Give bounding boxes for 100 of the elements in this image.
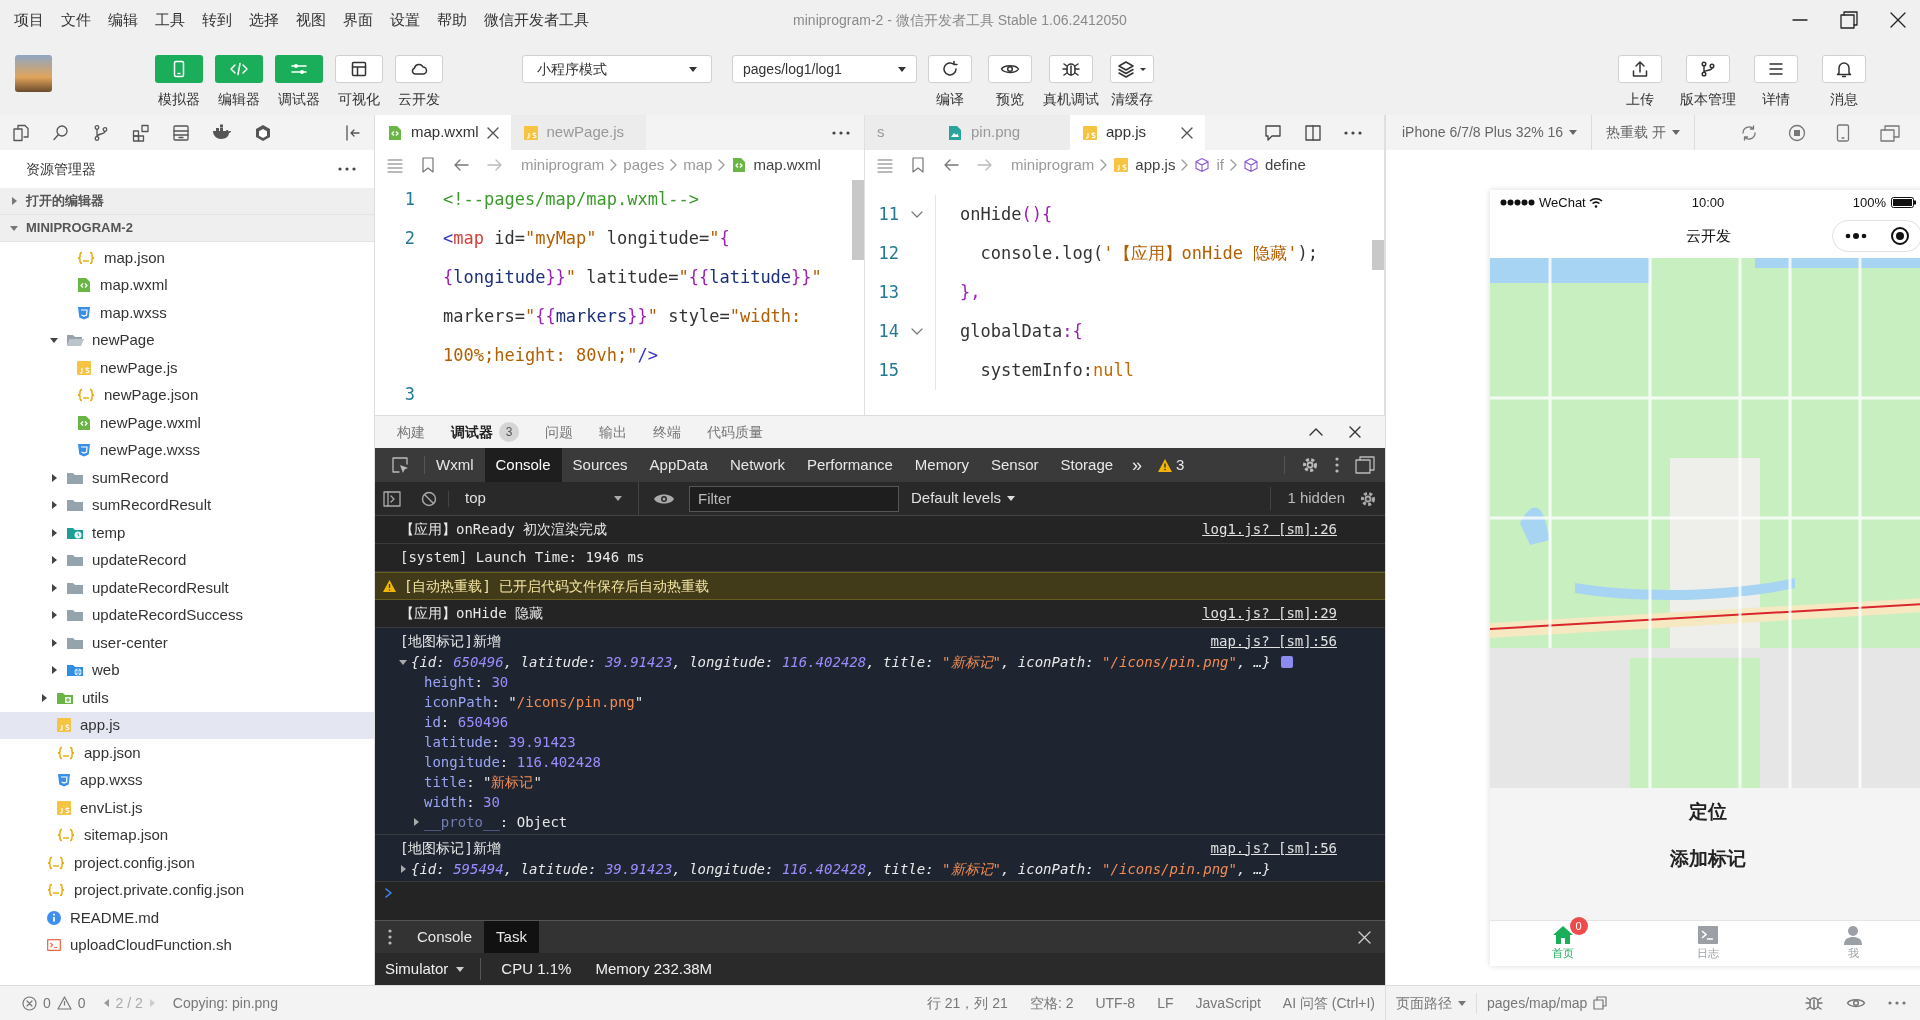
- toolbar-button[interactable]: 清缓存: [1105, 55, 1159, 110]
- encoding-setting[interactable]: UTF-8: [1095, 992, 1136, 1014]
- tree-item[interactable]: app.js: [0, 711, 374, 739]
- tree-item[interactable]: app.json: [0, 739, 374, 767]
- toolbar-button[interactable]: 消息: [1813, 55, 1875, 110]
- devtools-tab[interactable]: Wxml: [425, 448, 485, 482]
- more-icon[interactable]: [388, 929, 392, 945]
- tree-item[interactable]: updateRecordSuccess: [0, 601, 374, 629]
- tree-item[interactable]: map.json: [0, 244, 374, 272]
- object-summary[interactable]: {id: 650496, latitude: 39.91423, longitude: 116.402428, title: "新标记", iconPath: "/icons/pin.png", …}: [411, 651, 1271, 673]
- menu-item[interactable]: 微信开发者工具: [484, 8, 589, 32]
- tree-item[interactable]: project.config.json: [0, 849, 374, 877]
- devtools-tab[interactable]: AppData: [638, 448, 719, 482]
- tree-item[interactable]: map.wxss: [0, 299, 374, 327]
- drawer-tab[interactable]: Task: [484, 920, 539, 954]
- back-arrow-icon[interactable]: [943, 158, 959, 172]
- toolbar-button[interactable]: 真机调试: [1043, 55, 1099, 110]
- tree-item[interactable]: envList.js: [0, 794, 374, 822]
- more-tabs-button[interactable]: »: [1124, 451, 1151, 479]
- scrollbar-thumb[interactable]: [852, 180, 864, 260]
- breadcrumb-item[interactable]: define: [1242, 153, 1306, 177]
- fold-chevron-icon[interactable]: [911, 327, 923, 336]
- blocks-icon[interactable]: [132, 123, 150, 142]
- chevron-up-icon[interactable]: [1309, 428, 1323, 436]
- toolbar-button[interactable]: 编译: [923, 55, 977, 110]
- menu-item[interactable]: 工具: [155, 8, 185, 32]
- line-ending-setting[interactable]: LF: [1157, 992, 1174, 1014]
- section-header[interactable]: MINIPROGRAM-2: [0, 215, 374, 242]
- toolbar-button[interactable]: 模拟器: [155, 55, 203, 110]
- windows-icon[interactable]: [1880, 123, 1900, 142]
- breadcrumb-item[interactable]: map.wxml: [731, 153, 821, 177]
- tree-item[interactable]: web: [0, 656, 374, 684]
- toolbar-button[interactable]: 版本管理: [1677, 55, 1739, 110]
- tree-item[interactable]: sumRecord: [0, 464, 374, 492]
- sidebar-toggle-icon[interactable]: [383, 490, 401, 507]
- levels-dropdown[interactable]: Default levels: [911, 487, 1016, 510]
- dock-icon[interactable]: [1355, 456, 1375, 474]
- menu-item[interactable]: 视图: [296, 8, 326, 32]
- toolbar-button[interactable]: 云开发: [395, 55, 443, 110]
- tree-item[interactable]: updateRecordResult: [0, 574, 374, 602]
- toolbar-button[interactable]: 详情: [1745, 55, 1807, 110]
- filter-field[interactable]: Filter: [689, 485, 899, 512]
- indent-setting[interactable]: 空格: 2: [1029, 992, 1074, 1014]
- comment-icon[interactable]: [1264, 123, 1282, 142]
- context-dropdown[interactable]: top: [449, 481, 639, 516]
- tree-item[interactable]: uploadCloudFunction.sh: [0, 931, 374, 959]
- devtools-tab[interactable]: Sensor: [980, 448, 1050, 482]
- source-link[interactable]: log1.js? [sm]:26: [1202, 519, 1337, 540]
- source-link[interactable]: log1.js? [sm]:29: [1202, 603, 1337, 624]
- target-icon[interactable]: [1889, 226, 1910, 246]
- collapse-arrow-icon[interactable]: [399, 658, 407, 666]
- toolbar-button[interactable]: 调试器: [275, 55, 323, 110]
- source-link[interactable]: map.js? [sm]:56: [1210, 837, 1337, 859]
- back-arrow-icon[interactable]: [453, 158, 469, 172]
- breadcrumb-item[interactable]: app.js: [1113, 153, 1176, 177]
- devtools-tab[interactable]: Console: [484, 448, 562, 482]
- warning-count[interactable]: 3: [1176, 453, 1185, 477]
- language-mode[interactable]: JavaScript: [1195, 992, 1261, 1014]
- tree-item[interactable]: newPage: [0, 326, 374, 354]
- capsule-menu[interactable]: [1832, 220, 1920, 252]
- menu-item[interactable]: 转到: [202, 8, 232, 32]
- more-icon[interactable]: [1844, 233, 1867, 239]
- more-icon[interactable]: [832, 130, 850, 135]
- panel-tab[interactable]: 终端: [653, 421, 681, 443]
- tree-item[interactable]: newPage.js: [0, 354, 374, 382]
- branch-icon[interactable]: [92, 123, 110, 142]
- menu-item[interactable]: 设置: [390, 8, 420, 32]
- tree-item[interactable]: utils: [0, 684, 374, 712]
- restore-icon[interactable]: [1840, 11, 1858, 29]
- split-editor-icon[interactable]: [1304, 123, 1322, 142]
- drawer-tab[interactable]: Console: [405, 920, 485, 954]
- source-link[interactable]: map.js? [sm]:56: [1210, 630, 1337, 652]
- object-summary[interactable]: {id: 595494, latitude: 39.91423, longitude: 116.402428, title: "新标记", iconPath: "/icons/pin.png", …}: [411, 858, 1271, 880]
- expand-arrow-icon[interactable]: [399, 865, 407, 873]
- devtools-tab[interactable]: Memory: [903, 448, 980, 482]
- mode-dropdown[interactable]: 小程序模式: [522, 55, 712, 83]
- editor-tab[interactable]: app.js: [1070, 115, 1205, 150]
- tree-item[interactable]: user-center: [0, 629, 374, 657]
- ai-assistant-link[interactable]: AI 问答 (Ctrl+I): [1282, 992, 1375, 1014]
- scrollbar-thumb[interactable]: [1372, 240, 1384, 270]
- menu-item[interactable]: 项目: [14, 8, 44, 32]
- panel-tab[interactable]: 问题: [545, 421, 573, 443]
- whale-icon[interactable]: [212, 123, 232, 142]
- tree-item[interactable]: newPage.json: [0, 381, 374, 409]
- inspect-icon[interactable]: [390, 456, 409, 474]
- bookmark-icon[interactable]: [421, 157, 435, 173]
- tree-item[interactable]: newPage.wxss: [0, 436, 374, 464]
- expand-arrow-icon[interactable]: [412, 818, 420, 826]
- bookmark-icon[interactable]: [911, 157, 925, 173]
- tree-item[interactable]: newPage.wxml: [0, 409, 374, 437]
- storage-icon[interactable]: [172, 123, 190, 142]
- editor-tab[interactable]: map.wxml: [375, 115, 511, 150]
- clear-icon[interactable]: [420, 490, 437, 507]
- more-icon[interactable]: [338, 167, 356, 171]
- section-header[interactable]: 打开的编辑器: [0, 188, 374, 215]
- devtools-tab[interactable]: Storage: [1049, 448, 1125, 482]
- tree-item[interactable]: README.md: [0, 904, 374, 932]
- panel-tab[interactable]: 构建: [397, 421, 425, 443]
- menu-item[interactable]: 编辑: [108, 8, 138, 32]
- menu-item[interactable]: 选择: [249, 8, 279, 32]
